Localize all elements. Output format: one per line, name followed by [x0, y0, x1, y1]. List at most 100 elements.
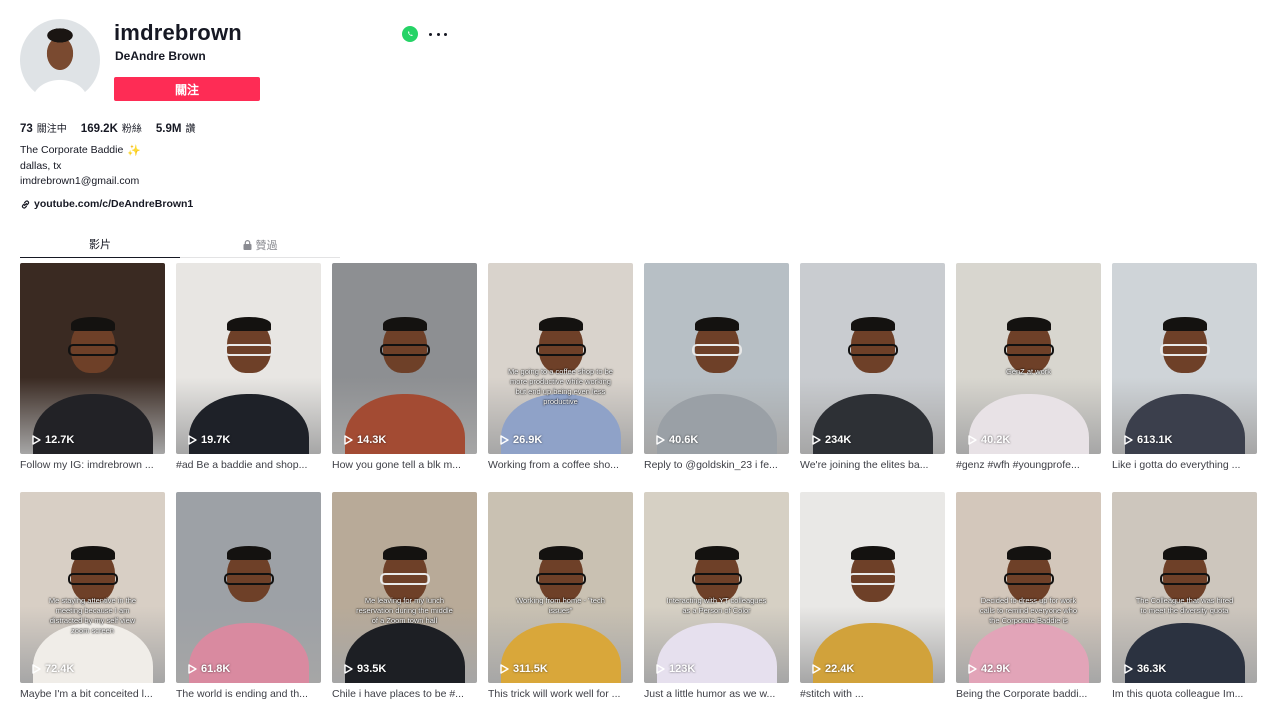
play-icon	[812, 664, 821, 674]
thumbnail-figure-hair	[1006, 546, 1051, 560]
video-card[interactable]: 234K We're joining the elites ba...	[800, 263, 945, 471]
video-card[interactable]: Me leaving for my lunch reservation duri…	[332, 492, 477, 700]
video-thumbnail[interactable]: Interacting with YT colleagues as a Pers…	[644, 492, 789, 683]
video-description[interactable]: Just a little humor as we w...	[644, 688, 789, 700]
more-options-icon[interactable]	[429, 25, 447, 43]
video-description[interactable]: We're joining the elites ba...	[800, 459, 945, 471]
video-thumbnail[interactable]: 40.6K	[644, 263, 789, 454]
thumbnail-figure-hair	[382, 546, 427, 560]
video-card[interactable]: Me going to a coffee shop to be more pro…	[488, 263, 633, 471]
thumbnail-figure-hair	[694, 546, 739, 560]
video-card[interactable]: 19.7K #ad Be a baddie and shop...	[176, 263, 321, 471]
thumbnail-caption: GenZ at work	[1005, 367, 1051, 376]
video-description[interactable]: #stitch with ...	[800, 688, 945, 700]
video-card[interactable]: Me staying attentive in the meeting beca…	[20, 492, 165, 700]
video-thumbnail[interactable]: Working from home - "tech issues" 311.5K	[488, 492, 633, 683]
profile-tabs: 影片 贊過	[20, 231, 340, 258]
view-count: 61.8K	[201, 663, 231, 675]
video-views: 42.9K	[968, 663, 1010, 675]
video-views: 40.2K	[968, 434, 1010, 446]
video-description[interactable]: #ad Be a baddie and shop...	[176, 459, 321, 471]
video-description[interactable]: Working from a coffee sho...	[488, 459, 633, 471]
video-thumbnail[interactable]: 61.8K	[176, 492, 321, 683]
tab-videos[interactable]: 影片	[20, 231, 180, 258]
stat-likes: 5.9M 讚	[155, 123, 196, 135]
thumbnail-glasses	[1159, 344, 1210, 356]
video-thumbnail[interactable]: The Colleague that was hired to meet the…	[1112, 492, 1257, 683]
video-views: 14.3K	[344, 434, 386, 446]
view-count: 14.3K	[357, 434, 387, 446]
tab-liked-label: 贊過	[255, 238, 278, 252]
video-thumbnail[interactable]: Decided to dress up for work calls to re…	[956, 492, 1101, 683]
video-card[interactable]: 61.8K The world is ending and th...	[176, 492, 321, 700]
video-thumbnail[interactable]: Me going to a coffee shop to be more pro…	[488, 263, 633, 454]
thumbnail-glasses	[1003, 573, 1054, 585]
thumbnail-glasses	[223, 573, 274, 585]
profile-avatar[interactable]	[20, 19, 100, 101]
play-icon	[188, 664, 197, 674]
thumbnail-glasses	[67, 573, 118, 585]
tab-liked[interactable]: 贊過	[180, 231, 340, 258]
view-count: 311.5K	[513, 663, 548, 675]
video-card[interactable]: Interacting with YT colleagues as a Pers…	[644, 492, 789, 700]
thumbnail-caption: Decided to dress up for work calls to re…	[979, 596, 1078, 625]
view-count: 19.7K	[201, 434, 231, 446]
play-icon	[1124, 664, 1133, 674]
video-card[interactable]: GenZ at work 40.2K #genz #wfh #youngprofe.…	[956, 263, 1101, 471]
stat-following[interactable]: 73 關注中	[20, 120, 67, 135]
video-description[interactable]: How you gone tell a blk m...	[332, 459, 477, 471]
play-icon	[344, 664, 353, 674]
video-thumbnail[interactable]: 22.4K	[800, 492, 945, 683]
video-thumbnail[interactable]: Me staying attentive in the meeting beca…	[20, 492, 165, 683]
thumbnail-glasses	[379, 344, 430, 356]
video-description[interactable]: Maybe I'm a bit conceited l...	[20, 688, 165, 700]
video-description[interactable]: Chile i have places to be #...	[332, 688, 477, 700]
thumbnail-caption: Me leaving for my lunch reservation duri…	[356, 596, 453, 625]
link-icon	[21, 199, 30, 209]
video-description[interactable]: Being the Corporate baddi...	[956, 688, 1101, 700]
thumbnail-glasses	[847, 344, 898, 356]
video-thumbnail[interactable]: Me leaving for my lunch reservation duri…	[332, 492, 477, 683]
video-description[interactable]: This trick will work well for ...	[488, 688, 633, 700]
video-description[interactable]: #genz #wfh #youngprofe...	[956, 459, 1101, 471]
video-card[interactable]: 22.4K #stitch with ...	[800, 492, 945, 700]
whatsapp-icon[interactable]	[402, 26, 418, 42]
thumbnail-figure-hair	[538, 317, 583, 331]
video-thumbnail[interactable]: 19.7K	[176, 263, 321, 454]
video-thumbnail[interactable]: 14.3K	[332, 263, 477, 454]
thumbnail-figure-hair	[226, 317, 271, 331]
profile-stats: 73 關注中 169.2K 粉絲 5.9M 讚	[20, 120, 195, 135]
video-card[interactable]: 12.7K Follow my IG: imdrebrown ...	[20, 263, 165, 471]
play-icon	[344, 435, 353, 445]
thumbnail-glasses	[535, 573, 586, 585]
video-thumbnail[interactable]: 234K	[800, 263, 945, 454]
video-views: 123K	[656, 663, 695, 675]
video-card[interactable]: Working from home - "tech issues" 311.5K T…	[488, 492, 633, 700]
play-icon	[656, 664, 665, 674]
video-views: 311.5K	[500, 663, 548, 675]
stat-followers[interactable]: 169.2K 粉絲	[81, 120, 142, 135]
video-views: 72.4K	[32, 663, 74, 675]
thumbnail-glasses	[691, 573, 742, 585]
video-description[interactable]: Reply to @goldskin_23 i fe...	[644, 459, 789, 471]
video-description[interactable]: Follow my IG: imdrebrown ...	[20, 459, 165, 471]
video-thumbnail[interactable]: GenZ at work 40.2K	[956, 263, 1101, 454]
video-card[interactable]: 14.3K How you gone tell a blk m...	[332, 263, 477, 471]
profile-link[interactable]: youtube.com/c/DeAndreBrown1	[20, 198, 193, 210]
video-description[interactable]: Like i gotta do everything ...	[1112, 459, 1257, 471]
video-description[interactable]: Im this quota colleague Im...	[1112, 688, 1257, 700]
video-card[interactable]: Decided to dress up for work calls to re…	[956, 492, 1101, 700]
thumbnail-caption: Interacting with YT colleagues as a Pers…	[666, 596, 767, 615]
video-card[interactable]: 40.6K Reply to @goldskin_23 i fe...	[644, 263, 789, 471]
tab-videos-label: 影片	[89, 238, 111, 251]
video-description[interactable]: The world is ending and th...	[176, 688, 321, 700]
play-icon	[500, 435, 509, 445]
thumbnail-figure-hair	[538, 546, 583, 560]
thumbnail-glasses	[379, 573, 430, 585]
video-thumbnail[interactable]: 12.7K	[20, 263, 165, 454]
video-thumbnail[interactable]: 613.1K	[1112, 263, 1257, 454]
video-card[interactable]: 613.1K Like i gotta do everything ...	[1112, 263, 1257, 471]
play-icon	[32, 664, 41, 674]
video-card[interactable]: The Colleague that was hired to meet the…	[1112, 492, 1257, 700]
follow-button[interactable]: 關注	[114, 77, 260, 101]
